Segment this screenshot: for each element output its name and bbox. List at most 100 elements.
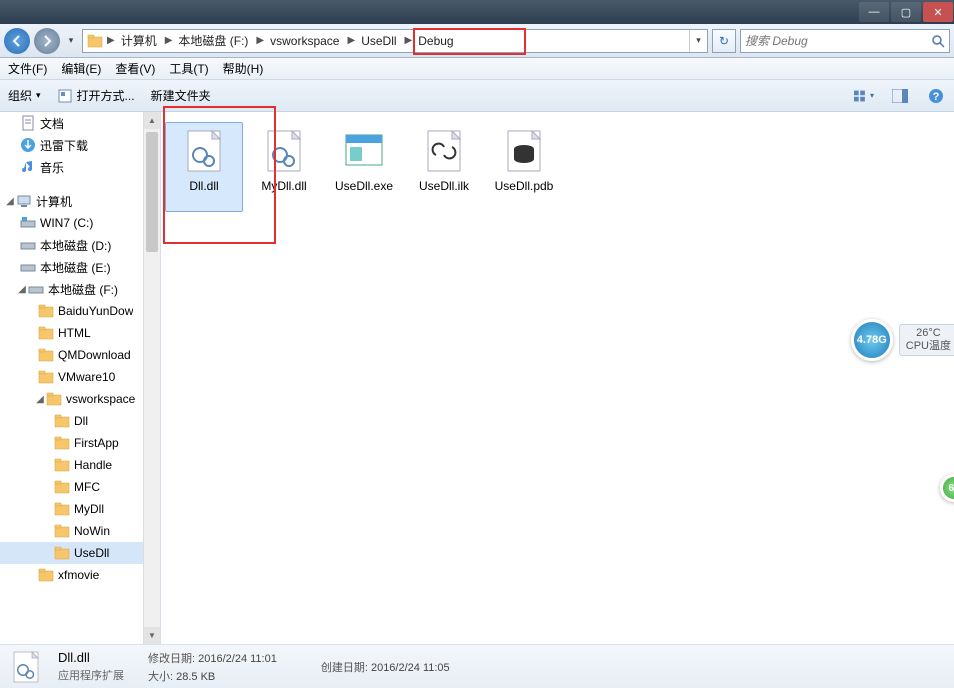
maximize-button[interactable]: ▢ bbox=[891, 2, 921, 22]
address-bar[interactable]: ▶ 计算机 ▶ 本地磁盘 (F:) ▶ vsworkspace ▶ UseDll… bbox=[82, 29, 708, 53]
navigation-bar: ▾ ▶ 计算机 ▶ 本地磁盘 (F:) ▶ vsworkspace ▶ UseD… bbox=[0, 24, 954, 58]
memory-circle: 4.78G bbox=[851, 319, 893, 361]
sidebar-item-folder[interactable]: FirstApp bbox=[0, 432, 160, 454]
chevron-right-icon: ▶ bbox=[405, 35, 413, 46]
window-titlebar: — ▢ ✕ bbox=[0, 0, 954, 24]
search-icon bbox=[931, 34, 945, 48]
menu-edit[interactable]: 编辑(E) bbox=[61, 60, 101, 77]
memory-widget[interactable]: 4.78G 26°CCPU温度 bbox=[851, 319, 954, 361]
breadcrumb-item[interactable]: UseDll bbox=[355, 34, 404, 48]
sidebar-item-drive-d[interactable]: 本地磁盘 (D:) bbox=[0, 234, 160, 256]
sidebar-item-drive-f[interactable]: ◢ 本地磁盘 (F:) bbox=[0, 278, 160, 300]
open-with-button[interactable]: 打开方式... bbox=[57, 87, 135, 104]
document-icon bbox=[20, 115, 36, 131]
new-folder-button[interactable]: 新建文件夹 bbox=[151, 87, 211, 104]
expand-icon[interactable]: ◢ bbox=[16, 284, 28, 295]
drive-icon bbox=[28, 281, 44, 297]
organize-button[interactable]: 组织 ▾ bbox=[8, 87, 41, 104]
music-icon bbox=[20, 159, 36, 175]
menu-tools[interactable]: 工具(T) bbox=[169, 60, 208, 77]
folder-icon bbox=[54, 545, 70, 561]
sidebar-item-folder[interactable]: xfmovie bbox=[0, 564, 160, 586]
file-type-icon bbox=[180, 127, 228, 175]
sidebar-item-folder[interactable]: NoWin bbox=[0, 520, 160, 542]
search-box[interactable] bbox=[740, 29, 950, 53]
svg-text:?: ? bbox=[933, 91, 940, 103]
green-widget[interactable]: 60 bbox=[940, 474, 954, 502]
folder-icon bbox=[38, 567, 54, 583]
menu-help[interactable]: 帮助(H) bbox=[223, 60, 264, 77]
file-type-icon bbox=[260, 127, 308, 175]
scroll-down-button[interactable]: ▼ bbox=[144, 627, 160, 644]
chevron-right-icon: ▶ bbox=[256, 35, 264, 46]
file-item[interactable]: UseDll.exe bbox=[325, 122, 403, 212]
sidebar-item-folder[interactable]: Dll bbox=[0, 410, 160, 432]
file-label: MyDll.dll bbox=[261, 179, 306, 193]
download-icon bbox=[20, 137, 36, 153]
folder-icon bbox=[54, 501, 70, 517]
file-item[interactable]: Dll.dll bbox=[165, 122, 243, 212]
scrollbar-thumb[interactable] bbox=[146, 132, 158, 252]
file-list-pane: Dll.dll MyDll.dll UseDll.exe UseDll.ilk UseD… bbox=[161, 112, 954, 644]
breadcrumb-item[interactable]: Debug bbox=[412, 34, 461, 48]
arrow-right-icon bbox=[41, 35, 53, 47]
scroll-up-button[interactable]: ▲ bbox=[144, 112, 160, 129]
close-button[interactable]: ✕ bbox=[923, 2, 953, 22]
sidebar-item-folder[interactable]: Handle bbox=[0, 454, 160, 476]
view-options-button[interactable]: ▾ bbox=[854, 86, 874, 106]
sidebar-item-drive-c[interactable]: WIN7 (C:) bbox=[0, 212, 160, 234]
minimize-button[interactable]: — bbox=[859, 2, 889, 22]
breadcrumb-item[interactable]: 本地磁盘 (F:) bbox=[172, 32, 256, 49]
sidebar-item-music[interactable]: 音乐 bbox=[0, 156, 160, 178]
menu-bar: 文件(F) 编辑(E) 查看(V) 工具(T) 帮助(H) bbox=[0, 58, 954, 80]
help-button[interactable]: ? bbox=[926, 86, 946, 106]
back-button[interactable] bbox=[4, 28, 30, 54]
chevron-right-icon: ▶ bbox=[347, 35, 355, 46]
navigation-tree: 文档 迅雷下载 音乐 ◢ 计算机 WIN7 (C:) 本地磁盘 (D:) 本地磁… bbox=[0, 112, 161, 644]
expand-icon[interactable]: ◢ bbox=[34, 394, 46, 405]
chevron-right-icon: ▶ bbox=[107, 35, 115, 46]
refresh-button[interactable]: ↻ bbox=[712, 29, 736, 53]
file-item[interactable]: UseDll.pdb bbox=[485, 122, 563, 212]
sidebar-item-vsworkspace[interactable]: ◢vsworkspace bbox=[0, 388, 160, 410]
sidebar-item-folder[interactable]: MFC bbox=[0, 476, 160, 498]
file-type-icon bbox=[340, 127, 388, 175]
sidebar-item-xunlei[interactable]: 迅雷下载 bbox=[0, 134, 160, 156]
file-item[interactable]: UseDll.ilk bbox=[405, 122, 483, 212]
sidebar-item-drive-e[interactable]: 本地磁盘 (E:) bbox=[0, 256, 160, 278]
folder-icon bbox=[54, 413, 70, 429]
menu-file[interactable]: 文件(F) bbox=[8, 60, 47, 77]
search-input[interactable] bbox=[745, 34, 931, 48]
address-dropdown[interactable]: ▾ bbox=[689, 30, 707, 52]
breadcrumb-item[interactable]: vsworkspace bbox=[264, 34, 347, 48]
file-item[interactable]: MyDll.dll bbox=[245, 122, 323, 212]
nav-history-dropdown[interactable]: ▾ bbox=[64, 30, 78, 52]
sidebar-item-folder[interactable]: MyDll bbox=[0, 498, 160, 520]
folder-icon bbox=[38, 303, 54, 319]
folder-icon bbox=[38, 325, 54, 341]
menu-view[interactable]: 查看(V) bbox=[115, 60, 155, 77]
folder-icon bbox=[38, 369, 54, 385]
sidebar-item-computer[interactable]: ◢ 计算机 bbox=[0, 190, 160, 212]
chevron-right-icon: ▶ bbox=[165, 35, 173, 46]
sidebar-item-documents[interactable]: 文档 bbox=[0, 112, 160, 134]
forward-button[interactable] bbox=[34, 28, 60, 54]
sidebar-item-folder[interactable]: HTML bbox=[0, 322, 160, 344]
sidebar-item-usedll[interactable]: UseDll bbox=[0, 542, 160, 564]
details-pane: Dll.dll 应用程序扩展 修改日期: 2016/2/24 11:01 大小:… bbox=[0, 644, 954, 688]
breadcrumb-item[interactable]: 计算机 bbox=[115, 32, 165, 49]
folder-icon bbox=[87, 33, 103, 49]
temp-tag: 26°CCPU温度 bbox=[899, 324, 954, 356]
sidebar-item-folder[interactable]: QMDownload bbox=[0, 344, 160, 366]
sidebar-scrollbar[interactable]: ▲ ▼ bbox=[143, 112, 160, 644]
drive-icon bbox=[20, 259, 36, 275]
sidebar-item-folder[interactable]: BaiduYunDow bbox=[0, 300, 160, 322]
folder-icon bbox=[54, 457, 70, 473]
preview-pane-button[interactable] bbox=[890, 86, 910, 106]
sidebar-item-folder[interactable]: VMware10 bbox=[0, 366, 160, 388]
file-label: UseDll.pdb bbox=[495, 179, 554, 193]
expand-icon[interactable]: ◢ bbox=[4, 196, 16, 207]
file-type-icon bbox=[420, 127, 468, 175]
file-label: UseDll.ilk bbox=[419, 179, 469, 193]
file-icon bbox=[8, 649, 44, 685]
